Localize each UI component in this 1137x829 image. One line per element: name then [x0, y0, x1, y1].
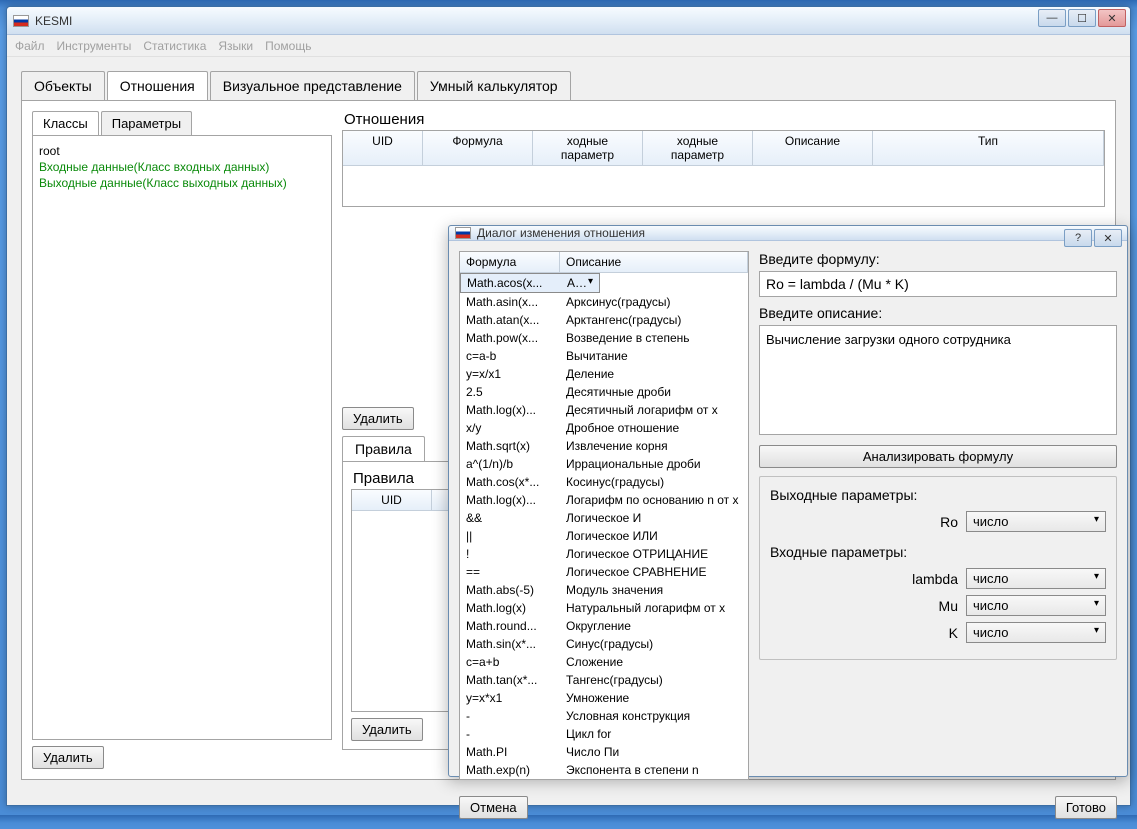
formula-row[interactable]: Math.acos(x...Арккосинус(градусы) — [460, 273, 600, 293]
cancel-button[interactable]: Отмена — [459, 796, 528, 819]
tab-visual[interactable]: Визуальное представление — [210, 71, 415, 100]
formula-row[interactable]: Math.atan(x...Арктангенс(градусы) — [460, 311, 748, 329]
titlebar[interactable]: KESMI — ☐ ✕ — [7, 7, 1130, 35]
formula-row[interactable]: c=a+bСложение — [460, 653, 748, 671]
formula-row[interactable]: c=a-bВычитание — [460, 347, 748, 365]
formula-row[interactable]: Math.pow(x...Возведение в степень — [460, 329, 748, 347]
formula-row[interactable]: Math.log(x)...Десятичный логарифм от x — [460, 401, 748, 419]
formula-row[interactable]: -Условная конструкция — [460, 707, 748, 725]
formula-row[interactable]: Math.tan(x*...Тангенс(градусы) — [460, 671, 748, 689]
col-formula[interactable]: Формула — [423, 131, 533, 165]
formula-row[interactable]: a^(1/n)/bИррациональные дроби — [460, 455, 748, 473]
menu-help[interactable]: Помощь — [265, 39, 311, 53]
menu-tools[interactable]: Инструменты — [57, 39, 132, 53]
dialog-titlebar[interactable]: Диалог изменения отношения ? ✕ — [449, 226, 1127, 241]
tree[interactable]: root Входные данные(Класс входных данных… — [32, 135, 332, 740]
param-Ro-select[interactable]: число — [966, 511, 1106, 532]
desc-label: Введите описание: — [759, 305, 1117, 321]
formula-row[interactable]: Math.exp(n)Экспонента в степени n — [460, 761, 748, 779]
maximize-button[interactable]: ☐ — [1068, 9, 1096, 27]
formula-row[interactable]: Math.log(x)Натуральный логарифм от x — [460, 599, 748, 617]
relations-title: Отношения — [344, 111, 1105, 128]
main-tabs: Объекты Отношения Визуальное представлен… — [21, 71, 1116, 100]
formula-row[interactable]: Math.round...Округление — [460, 617, 748, 635]
menu-file[interactable]: Файл — [15, 39, 45, 53]
formula-list-body[interactable]: Math.acos(x...Арккосинус(градусы)Math.as… — [460, 273, 748, 779]
param-Ro-label: Ro — [940, 514, 958, 530]
tab-objects[interactable]: Объекты — [21, 71, 105, 100]
param-K-select[interactable]: число — [966, 622, 1106, 643]
dialog-right: Введите формулу: Введите описание: Вычис… — [759, 251, 1117, 780]
close-button[interactable]: ✕ — [1098, 9, 1126, 27]
relations-grid[interactable]: UID Формула ходные параметр ходные парам… — [342, 130, 1105, 207]
rules-tab[interactable]: Правила — [342, 436, 425, 461]
param-Mu-select[interactable]: число — [966, 595, 1106, 616]
dlg-col-formula[interactable]: Формула — [460, 252, 560, 272]
dlg-col-desc[interactable]: Описание — [560, 252, 748, 272]
formula-row[interactable]: &&Логическое И — [460, 509, 748, 527]
tree-out[interactable]: Выходные данные(Класс выходных данных) — [39, 176, 325, 190]
relations-body — [343, 166, 1104, 206]
delete-button-rules[interactable]: Удалить — [351, 718, 423, 741]
col-uid[interactable]: UID — [343, 131, 423, 165]
param-lambda-label: lambda — [912, 571, 958, 587]
left-side: Классы Параметры root Входные данные(Кла… — [32, 111, 332, 769]
tab-relations[interactable]: Отношения — [107, 71, 208, 100]
rules-col-uid[interactable]: UID — [352, 490, 432, 510]
out-params-title: Выходные параметры: — [770, 487, 1106, 503]
col-type[interactable]: Тип — [873, 131, 1104, 165]
help-button[interactable]: ? — [1064, 229, 1092, 247]
relation-dialog: Диалог изменения отношения ? ✕ Формула О… — [448, 225, 1128, 777]
formula-row[interactable]: x/yДробное отношение — [460, 419, 748, 437]
formula-row[interactable]: !Логическое ОТРИЦАНИЕ — [460, 545, 748, 563]
in-params-title: Входные параметры: — [770, 544, 1106, 560]
col-inp[interactable]: ходные параметр — [533, 131, 643, 165]
formula-row[interactable]: Math.abs(-5)Модуль значения — [460, 581, 748, 599]
formula-row[interactable]: Math.sqrt(x)Извлечение корня — [460, 437, 748, 455]
formula-row[interactable]: ==Логическое СРАВНЕНИЕ — [460, 563, 748, 581]
dialog-close-button[interactable]: ✕ — [1094, 229, 1122, 247]
delete-button-left[interactable]: Удалить — [32, 746, 104, 769]
minimize-button[interactable]: — — [1038, 9, 1066, 27]
formula-input[interactable] — [759, 271, 1117, 297]
menu-stats[interactable]: Статистика — [143, 39, 206, 53]
app-title: KESMI — [35, 14, 72, 28]
menu-lang[interactable]: Языки — [218, 39, 253, 53]
formula-row[interactable]: Math.sin(x*...Синус(градусы) — [460, 635, 748, 653]
formula-list[interactable]: Формула Описание Math.acos(x...Арккосину… — [459, 251, 749, 780]
param-lambda-select[interactable]: число — [966, 568, 1106, 589]
col-desc[interactable]: Описание — [753, 131, 873, 165]
formula-row[interactable]: Math.log(x)...Логарифм по основанию n от… — [460, 491, 748, 509]
dialog-title: Диалог изменения отношения — [477, 226, 645, 240]
relations-header: UID Формула ходные параметр ходные парам… — [343, 131, 1104, 166]
params-group: Выходные параметры: Ro число Входные пар… — [759, 476, 1117, 660]
formula-row[interactable]: Math.PIЧисло Пи — [460, 743, 748, 761]
analyze-button[interactable]: Анализировать формулу — [759, 445, 1117, 468]
formula-row[interactable]: y=x/x1Деление — [460, 365, 748, 383]
ok-button[interactable]: Готово — [1055, 796, 1117, 819]
flag-icon — [455, 227, 471, 239]
param-Mu-label: Mu — [939, 598, 958, 614]
tree-in[interactable]: Входные данные(Класс входных данных) — [39, 160, 325, 174]
dialog-footer: Отмена Готово — [449, 790, 1127, 829]
menubar: Файл Инструменты Статистика Языки Помощь — [7, 35, 1130, 57]
formula-row[interactable]: y=x*x1Умножение — [460, 689, 748, 707]
subtab-params[interactable]: Параметры — [101, 111, 192, 135]
formula-row[interactable]: 2.5Десятичные дроби — [460, 383, 748, 401]
formula-row[interactable]: -Цикл for — [460, 725, 748, 743]
desc-textarea[interactable]: Вычисление загрузки одного сотрудника — [759, 325, 1117, 435]
flag-icon — [13, 15, 29, 27]
tree-root[interactable]: root — [39, 144, 325, 158]
param-K-label: K — [949, 625, 958, 641]
subtab-classes[interactable]: Классы — [32, 111, 99, 135]
delete-button-mid[interactable]: Удалить — [342, 407, 414, 430]
formula-label: Введите формулу: — [759, 251, 1117, 267]
formula-row[interactable]: ||Логическое ИЛИ — [460, 527, 748, 545]
dialog-body: Формула Описание Math.acos(x...Арккосину… — [449, 241, 1127, 790]
col-outp[interactable]: ходные параметр — [643, 131, 753, 165]
tab-calc[interactable]: Умный калькулятор — [417, 71, 571, 100]
formula-row[interactable]: Math.asin(x...Арксинус(градусы) — [460, 293, 748, 311]
formula-row[interactable]: Math.cos(x*...Косинус(градусы) — [460, 473, 748, 491]
